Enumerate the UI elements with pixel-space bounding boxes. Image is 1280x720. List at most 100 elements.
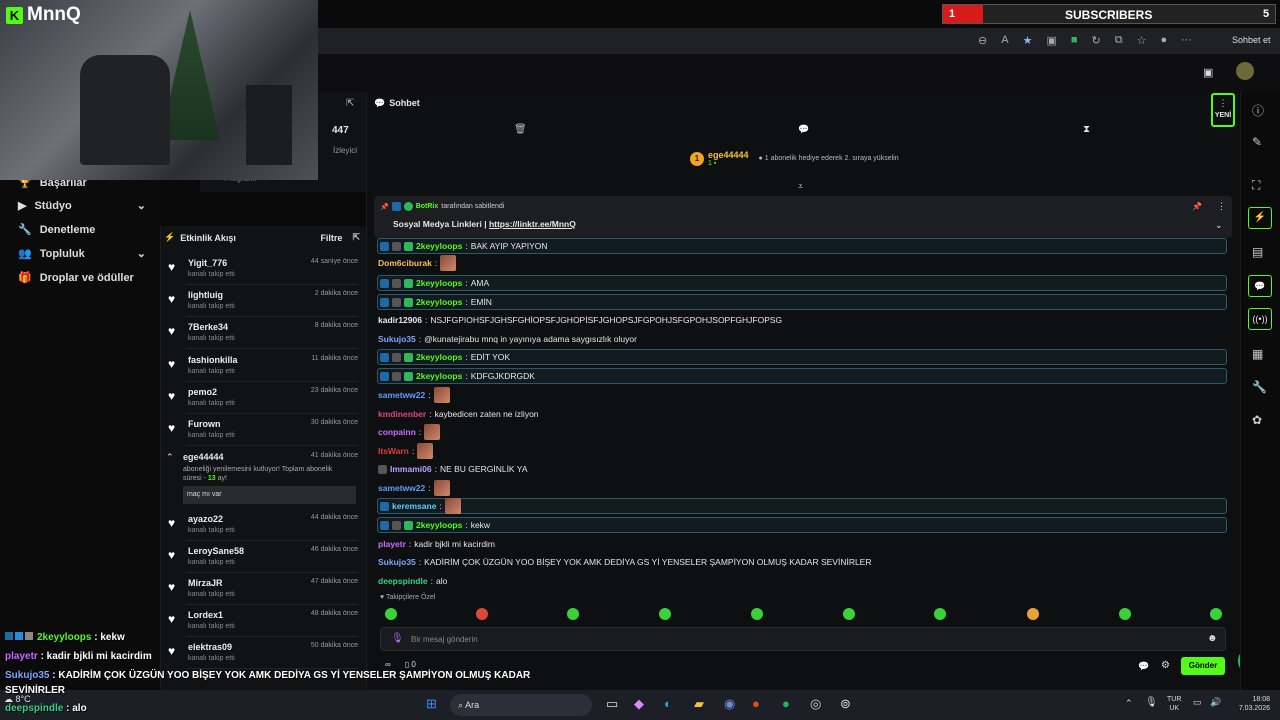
mic-icon[interactable]: 🎙	[391, 633, 404, 644]
nav-item-moderation[interactable]: 🔧 Denetleme	[18, 223, 95, 237]
favorites-icon[interactable]: ☆	[1137, 34, 1147, 47]
extension-icon[interactable]: ▣	[1046, 34, 1056, 47]
zoom-icon[interactable]: ⊖	[978, 34, 987, 47]
copilot-app-icon[interactable]: ◆	[634, 696, 644, 712]
scroll-down-icon[interactable]: ⩡	[798, 181, 803, 192]
nav-item-community[interactable]: 👥 Topluluk ⌄	[18, 247, 146, 261]
crop-icon[interactable]: ⛶	[1252, 178, 1260, 193]
overlay-chat-line: playetr : kadir bjkli mi kacirdim	[5, 651, 152, 662]
chat-bubble-icon[interactable]: 💬	[1248, 275, 1272, 297]
layout-icon[interactable]: ▦	[1252, 347, 1263, 361]
filter-button[interactable]: Filtre	[320, 233, 342, 243]
profile-icon[interactable]: ●	[1160, 34, 1167, 47]
volume-icon[interactable]: 🔊	[1210, 697, 1221, 708]
quick-emote-icon[interactable]	[385, 608, 397, 620]
quick-emote-icon[interactable]	[1027, 608, 1039, 620]
feed-sub-line3: ay!	[215, 475, 227, 482]
windows-start-icon[interactable]: ⊞	[426, 696, 437, 712]
clock[interactable]: 18:08 7.03.2026	[1230, 695, 1270, 713]
quick-emote-icon[interactable]	[567, 608, 579, 620]
chat-username[interactable]: 2keyyloops	[416, 349, 462, 365]
kebab-icon[interactable]: ⋮	[1217, 201, 1226, 212]
explorer-icon[interactable]: ▰	[694, 696, 704, 712]
chat-username[interactable]: sametww22	[378, 387, 425, 403]
refresh-icon[interactable]: ↻	[1092, 34, 1101, 47]
chat-username[interactable]: kadir12906	[378, 312, 422, 328]
quick-emote-icon[interactable]	[751, 608, 763, 620]
network-icon[interactable]: ▭	[1193, 697, 1202, 708]
favorite-star-icon[interactable]: ★	[1023, 34, 1033, 47]
chat-bubble-icon[interactable]: 💬	[1138, 661, 1149, 672]
task-view-icon[interactable]: ▭	[606, 696, 618, 712]
chat-username[interactable]: 2keyyloops	[416, 238, 462, 254]
chevron-up-icon[interactable]: ⌃	[1125, 698, 1133, 709]
quick-emote-icon[interactable]	[1210, 608, 1222, 620]
chat-username[interactable]: 2keyyloops	[416, 275, 462, 291]
chat-username[interactable]: ItsWarn	[378, 443, 409, 459]
kick-badge-icon	[5, 632, 13, 640]
infinity-icon[interactable]: ∞	[385, 660, 391, 669]
pencil-icon[interactable]: ✎	[1252, 135, 1262, 149]
extension-green-icon[interactable]: ■	[1071, 34, 1078, 47]
chat-username[interactable]: 2keyyloops	[416, 294, 462, 310]
chat-username[interactable]: Sukujo35	[378, 331, 416, 347]
broadcast-icon[interactable]: ((•))	[1248, 308, 1272, 330]
chat-username[interactable]: 2keyyloops	[416, 517, 462, 533]
app-icon[interactable]: ●	[752, 696, 760, 711]
chat-username[interactable]: 2keyyloops	[416, 368, 462, 384]
quick-emote-icon[interactable]	[476, 608, 488, 620]
wrench-icon[interactable]: 🔧	[1252, 380, 1267, 394]
send-button[interactable]: Gönder	[1181, 657, 1225, 675]
chat-username[interactable]: Immami06	[390, 461, 432, 477]
chat-username[interactable]: deepspindle	[378, 573, 428, 589]
chat-input[interactable]: 🎙 Bir mesaj gönderin ☻	[380, 627, 1226, 651]
emoji-icon[interactable]: ☻	[1207, 633, 1218, 644]
collections-icon[interactable]: ⧉	[1115, 34, 1123, 47]
heart-icon: ♥	[168, 260, 176, 274]
document-icon[interactable]: ▤	[1252, 245, 1263, 259]
chat-username[interactable]: Dom6ciburak	[378, 255, 432, 271]
quick-emote-icon[interactable]	[934, 608, 946, 620]
chevron-up-icon[interactable]: ⌃	[166, 452, 174, 463]
camera-icon[interactable]: ▣	[1203, 66, 1213, 79]
read-aloud-icon[interactable]: A	[1001, 34, 1008, 47]
taskbar-search[interactable]: ⌕ Ara	[450, 694, 592, 716]
chat-username[interactable]: playetr	[378, 536, 406, 552]
popout-icon[interactable]: ⇱	[346, 98, 354, 109]
gear-icon[interactable]: ⚙	[1161, 660, 1170, 671]
subscriber-badge-icon	[404, 371, 413, 381]
nav-item-studio[interactable]: ▶ Stüdyo ⌄	[18, 199, 146, 213]
discord-icon[interactable]: ◉	[724, 696, 735, 712]
edge-icon[interactable]: ◐	[664, 696, 672, 711]
chat-username[interactable]: conpainn	[378, 424, 416, 440]
quick-emote-icon[interactable]	[843, 608, 855, 620]
popout-icon[interactable]: ⇱	[352, 232, 360, 243]
kick-badge-icon	[380, 352, 389, 362]
copilot-button[interactable]: Sohbet et	[1216, 34, 1271, 46]
unpin-icon[interactable]: 📌	[1192, 202, 1202, 211]
chat-username[interactable]: keremsane	[392, 498, 436, 514]
avatar[interactable]	[1236, 62, 1254, 80]
chat-bubble-icon[interactable]: 💬	[798, 124, 809, 135]
more-menu-icon[interactable]: ···	[1181, 34, 1192, 47]
mic-icon[interactable]: 🎙	[1145, 697, 1158, 708]
hourglass-icon[interactable]: ⧗	[1083, 124, 1090, 135]
language-indicator[interactable]: TUR UK	[1167, 695, 1181, 713]
gift-leaderboard[interactable]: 1 ege44444 1 ▪ ● 1 abonelik hediye ederek…	[690, 150, 899, 167]
nav-item-drops[interactable]: 🎁 Droplar ve ödüller	[18, 271, 134, 285]
chevron-down-icon[interactable]: ⌄	[1215, 220, 1223, 231]
trash-icon[interactable]: 🗑	[514, 124, 527, 135]
chat-username[interactable]: Sukujo35	[378, 554, 416, 570]
quick-emote-icon[interactable]	[1119, 608, 1131, 620]
steam-icon[interactable]: ◎	[810, 696, 821, 712]
spotify-icon[interactable]: ●	[782, 696, 790, 711]
info-icon[interactable]: ⓘ	[1252, 102, 1264, 119]
lightning-icon[interactable]: ⚡	[1248, 207, 1272, 229]
new-menu-button[interactable]: ⋮ YENİ	[1211, 93, 1235, 127]
pinned-link[interactable]: https://linktr.ee/MnnQ	[489, 219, 576, 229]
settings-icon[interactable]: ✿	[1252, 413, 1262, 427]
app2-icon[interactable]: ⊚	[840, 696, 851, 712]
quick-emote-icon[interactable]	[659, 608, 671, 620]
chat-username[interactable]: sametww22	[378, 480, 425, 496]
chat-username[interactable]: kmdinenber	[378, 406, 426, 422]
